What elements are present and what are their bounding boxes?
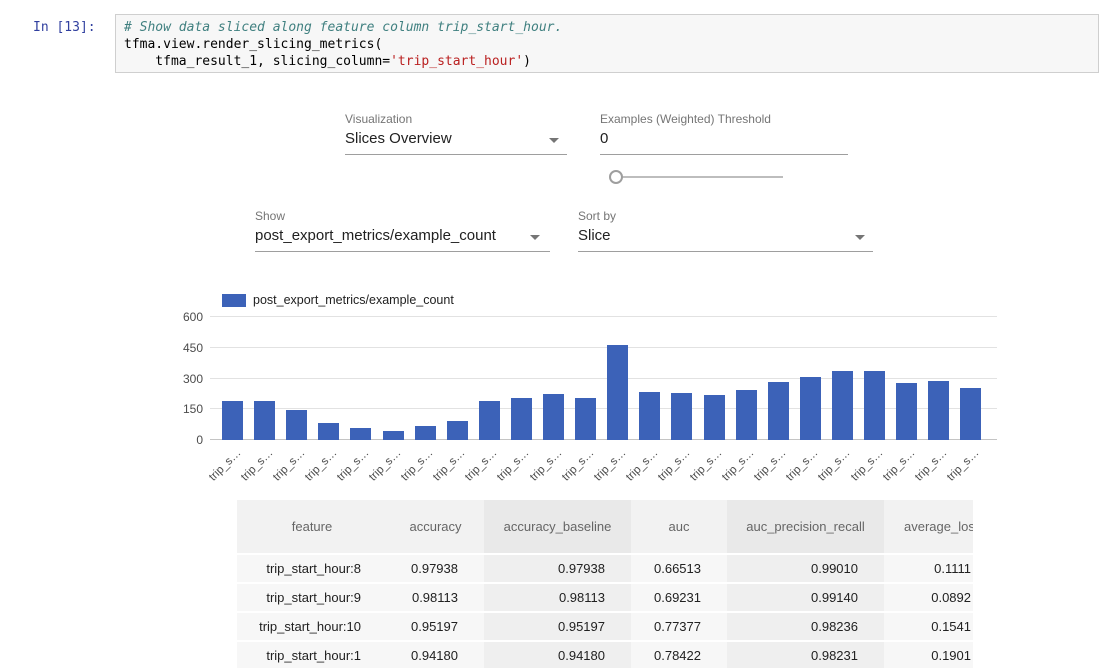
table-header-row: featureaccuracyaccuracy_baselineaucauc_p…	[237, 500, 973, 553]
table-cell: 0.66513	[631, 555, 727, 582]
cell-prompt: In [13]:	[33, 20, 96, 35]
table-cell: trip_start_hour:9	[237, 584, 387, 611]
bar	[928, 381, 949, 440]
threshold-input-value[interactable]: 0	[600, 130, 848, 155]
y-axis-tick-label: 450	[160, 340, 203, 356]
table-header-cell: accuracy_baseline	[484, 500, 631, 553]
bar	[704, 395, 725, 440]
gridline	[210, 316, 997, 317]
threshold-input[interactable]: 0	[600, 130, 848, 155]
bar	[960, 388, 981, 440]
chevron-down-icon[interactable]	[530, 235, 540, 240]
bar	[222, 401, 243, 440]
bar	[671, 393, 692, 440]
metrics-table: featureaccuracyaccuracy_baselineaucauc_p…	[237, 500, 973, 668]
code-call: tfma.view.render_slicing_metrics(	[124, 37, 382, 52]
table-cell: 0.99140	[727, 584, 884, 611]
bar	[768, 382, 789, 440]
table-cell: 0.99010	[727, 555, 884, 582]
tfma-slicing-metrics-page: In [13]: # Show data sliced along featur…	[0, 0, 1111, 668]
table-row: trip_start_hour:80.979380.979380.665130.…	[237, 555, 973, 582]
table-cell: 0.94180	[387, 642, 484, 668]
code-cell[interactable]: # Show data sliced along feature column …	[115, 14, 1099, 73]
table-cell: 0.0892	[884, 584, 973, 611]
visualization-dropdown-value[interactable]: Slices Overview	[345, 130, 567, 155]
bar	[415, 426, 436, 440]
chevron-down-icon[interactable]	[855, 235, 865, 240]
gridline	[210, 347, 997, 348]
bar	[896, 383, 917, 440]
table-header-cell: average_loss	[884, 500, 973, 553]
code-text: # Show data sliced along feature column …	[124, 19, 1090, 70]
bar	[832, 371, 853, 440]
visualization-dropdown[interactable]: Slices Overview	[345, 130, 567, 155]
table-cell: 0.69231	[631, 584, 727, 611]
bar	[639, 392, 660, 440]
bar-chart	[210, 317, 997, 440]
bar	[543, 394, 564, 440]
bar	[479, 401, 500, 440]
table-cell: 0.77377	[631, 613, 727, 640]
bar	[318, 423, 339, 440]
table-header-cell: accuracy	[387, 500, 484, 553]
table-cell: 0.98236	[727, 613, 884, 640]
table-header-cell: auc_precision_recall	[727, 500, 884, 553]
table-row: trip_start_hour:100.951970.951970.773770…	[237, 613, 973, 640]
bar	[350, 428, 371, 440]
table-cell: 0.97938	[387, 555, 484, 582]
table-cell: 0.95197	[484, 613, 631, 640]
table-cell: 0.98231	[727, 642, 884, 668]
sort-by-label: Sort by	[578, 209, 616, 223]
threshold-slider-knob[interactable]	[609, 170, 623, 184]
bar	[736, 390, 757, 440]
y-axis-tick-label: 0	[160, 432, 203, 448]
code-arg-post: )	[523, 54, 531, 69]
table-header-cell: feature	[237, 500, 387, 553]
table-cell: trip_start_hour:10	[237, 613, 387, 640]
chart-legend: post_export_metrics/example_count	[222, 293, 454, 307]
visualization-label: Visualization	[345, 112, 412, 126]
bar	[607, 345, 628, 440]
sort-by-dropdown[interactable]: Slice	[578, 227, 873, 252]
bar	[286, 410, 307, 440]
bar	[254, 401, 275, 440]
table-cell: 0.94180	[484, 642, 631, 668]
table-row: trip_start_hour:90.981130.981130.692310.…	[237, 584, 973, 611]
code-comment: # Show data sliced along feature column …	[124, 20, 562, 35]
y-axis-tick-label: 300	[160, 371, 203, 387]
sort-by-dropdown-value[interactable]: Slice	[578, 227, 873, 252]
legend-swatch	[222, 294, 246, 307]
bar	[575, 398, 596, 440]
bar	[864, 371, 885, 440]
table-cell: 0.1111	[884, 555, 973, 582]
table-cell: 0.1901	[884, 642, 973, 668]
table-cell: 0.97938	[484, 555, 631, 582]
table-row: trip_start_hour:10.941800.941800.784220.…	[237, 642, 973, 668]
threshold-label: Examples (Weighted) Threshold	[600, 112, 771, 126]
bar	[383, 431, 404, 440]
table-cell: 0.98113	[387, 584, 484, 611]
legend-label: post_export_metrics/example_count	[253, 293, 454, 307]
table-cell: trip_start_hour:8	[237, 555, 387, 582]
y-axis-tick-label: 600	[160, 309, 203, 325]
threshold-slider-track[interactable]	[615, 176, 783, 178]
chevron-down-icon[interactable]	[549, 138, 559, 143]
bar	[800, 377, 821, 440]
y-axis-tick-label: 150	[160, 401, 203, 417]
code-arg-pre: tfma_result_1, slicing_column=	[124, 54, 390, 69]
table-cell: trip_start_hour:1	[237, 642, 387, 668]
code-arg-string: 'trip_start_hour'	[390, 54, 523, 69]
table-cell: 0.1541	[884, 613, 973, 640]
table-header-cell: auc	[631, 500, 727, 553]
bar	[511, 398, 532, 440]
show-metric-dropdown[interactable]: post_export_metrics/example_count	[255, 227, 550, 252]
table-cell: 0.98113	[484, 584, 631, 611]
table-cell: 0.95197	[387, 613, 484, 640]
bar	[447, 421, 468, 440]
show-metric-dropdown-value[interactable]: post_export_metrics/example_count	[255, 227, 550, 252]
table-cell: 0.78422	[631, 642, 727, 668]
show-label: Show	[255, 209, 285, 223]
